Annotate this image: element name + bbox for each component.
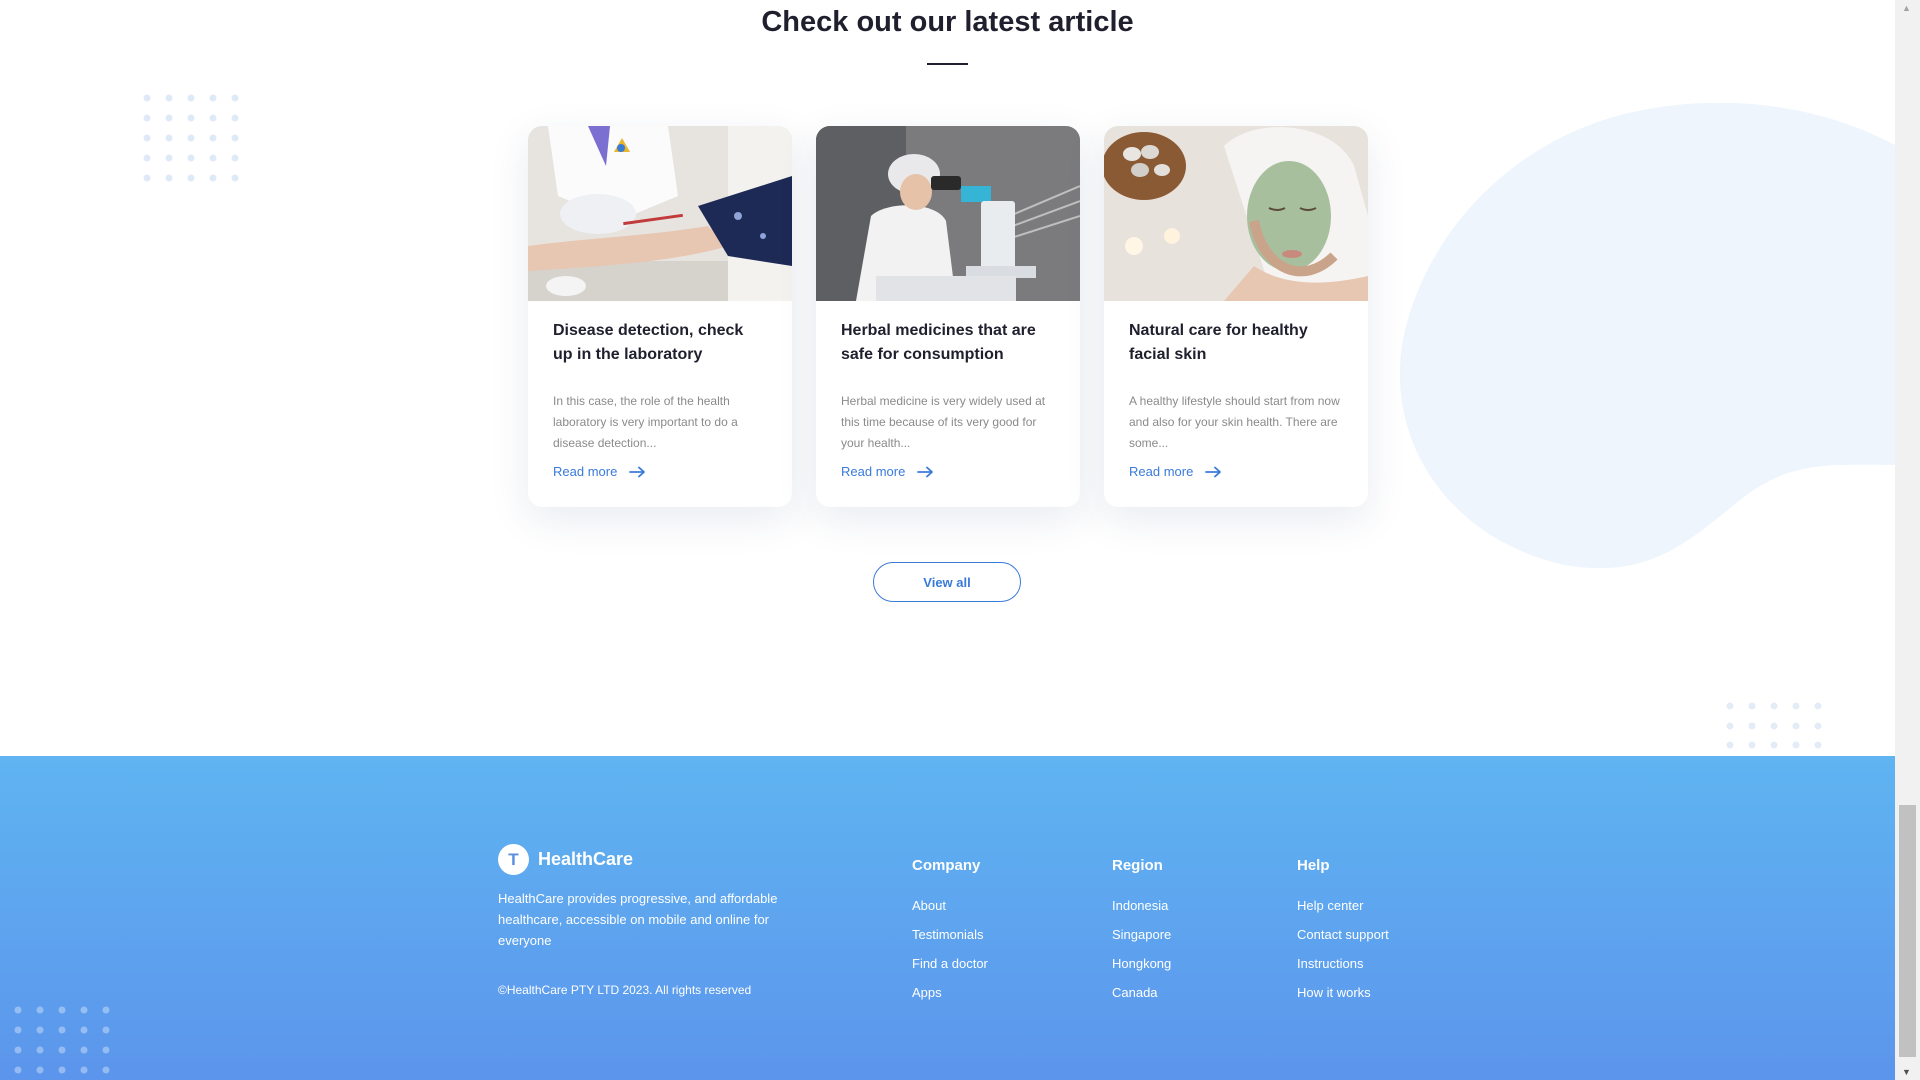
- footer-column-company: Company About Testimonials Find a doctor…: [912, 857, 988, 1013]
- copyright-text: ©HealthCare PTY LTD 2023. All rights res…: [498, 983, 752, 997]
- footer-link-singapore[interactable]: Singapore: [1112, 926, 1171, 943]
- article-title[interactable]: Natural care for healthy facial skin: [1129, 319, 1343, 367]
- scroll-down-arrow-icon[interactable]: ▼: [1902, 1067, 1911, 1077]
- article-title[interactable]: Disease detection, check up in the labor…: [553, 319, 767, 367]
- article-excerpt: In this case, the role of the health lab…: [553, 394, 738, 450]
- read-more-label: Read more: [553, 464, 618, 479]
- footer-link-canada[interactable]: Canada: [1112, 984, 1171, 1001]
- article-card-skincare[interactable]: Natural care for healthy facial skin A h…: [1104, 126, 1368, 507]
- arrow-right-icon: [1205, 466, 1222, 477]
- footer-link-contact-support[interactable]: Contact support: [1297, 926, 1389, 943]
- vertical-scrollbar[interactable]: ▲ ▼: [1895, 0, 1920, 1080]
- footer-column-title: Help: [1297, 857, 1330, 874]
- decorative-dots-footer: [14, 1006, 114, 1080]
- microscope-researcher-photo: [816, 126, 1080, 301]
- decorative-dots-top-left: [143, 94, 243, 184]
- section-heading: Check out our latest article: [761, 6, 1134, 38]
- brand-description: HealthCare provides progressive, and aff…: [498, 891, 778, 948]
- footer-column-help: Help Help center Contact support Instruc…: [1297, 857, 1389, 1013]
- footer-link-how-it-works[interactable]: How it works: [1297, 984, 1389, 1001]
- scrollbar-thumb[interactable]: [1899, 805, 1916, 1057]
- footer-link-testimonials[interactable]: Testimonials: [912, 926, 988, 943]
- heading-underline: [927, 63, 968, 65]
- read-more-link[interactable]: Read more: [1129, 464, 1222, 479]
- footer-column-region: Region Indonesia Singapore Hongkong Cana…: [1112, 857, 1171, 1013]
- scroll-up-arrow-icon[interactable]: ▲: [1902, 3, 1911, 13]
- footer-link-about[interactable]: About: [912, 897, 988, 914]
- brand-logo-icon: T: [498, 844, 529, 875]
- decorative-dots-bottom-right: [1726, 702, 1826, 752]
- facial-mask-spa-photo: [1104, 126, 1368, 301]
- brand-name: HealthCare: [538, 849, 634, 869]
- article-title[interactable]: Herbal medicines that are safe for consu…: [841, 319, 1055, 367]
- article-excerpt: Herbal medicine is very widely used at t…: [841, 394, 1046, 450]
- lab-blood-test-photo: [528, 126, 792, 301]
- footer-column-title: Region: [1112, 857, 1163, 874]
- arrow-right-icon: [629, 466, 646, 477]
- arrow-right-icon: [917, 466, 934, 477]
- read-more-link[interactable]: Read more: [841, 464, 934, 479]
- footer-link-find-a-doctor[interactable]: Find a doctor: [912, 955, 988, 972]
- read-more-link[interactable]: Read more: [553, 464, 646, 479]
- site-footer: T HealthCare HealthCare provides progres…: [0, 756, 1895, 1080]
- decorative-blob: [1390, 100, 1895, 575]
- footer-link-hongkong[interactable]: Hongkong: [1112, 955, 1171, 972]
- article-excerpt: A healthy lifestyle should start from no…: [1129, 394, 1340, 450]
- article-card-laboratory[interactable]: Disease detection, check up in the labor…: [528, 126, 792, 507]
- page: Check out our latest article Disease det…: [0, 0, 1895, 1080]
- footer-brand[interactable]: T HealthCare: [498, 844, 633, 875]
- footer-link-instructions[interactable]: Instructions: [1297, 955, 1389, 972]
- article-card-herbal[interactable]: Herbal medicines that are safe for consu…: [816, 126, 1080, 507]
- view-all-button[interactable]: View all: [873, 562, 1021, 602]
- read-more-label: Read more: [841, 464, 906, 479]
- footer-link-indonesia[interactable]: Indonesia: [1112, 897, 1171, 914]
- read-more-label: Read more: [1129, 464, 1194, 479]
- footer-column-title: Company: [912, 857, 981, 874]
- footer-link-apps[interactable]: Apps: [912, 984, 988, 1001]
- footer-link-help-center[interactable]: Help center: [1297, 897, 1389, 914]
